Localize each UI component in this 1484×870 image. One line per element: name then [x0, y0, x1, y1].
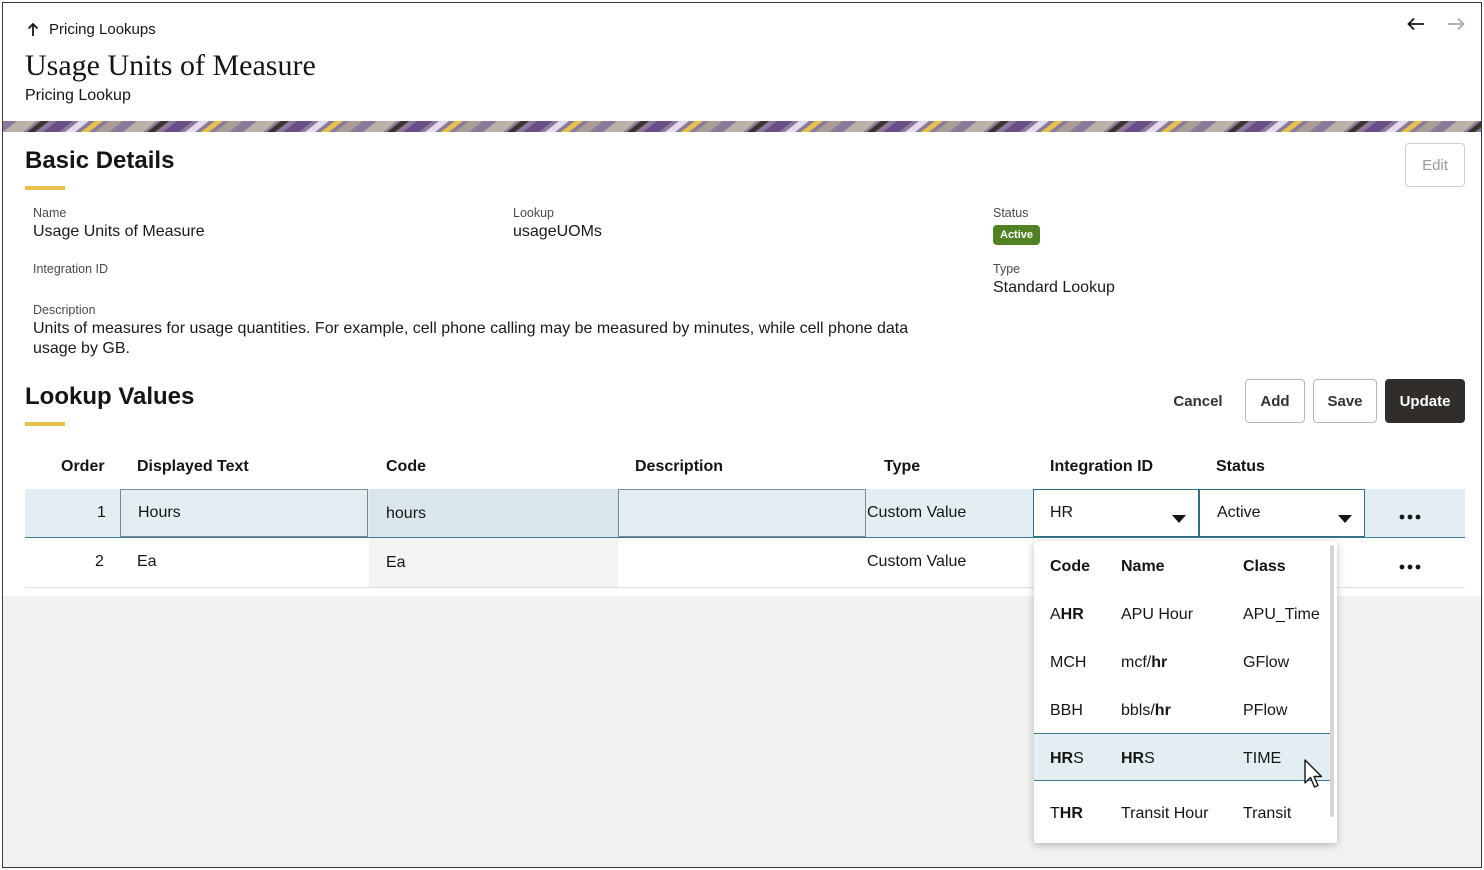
- mouse-cursor-icon: [1304, 759, 1324, 796]
- arrow-left-icon[interactable]: [1407, 17, 1425, 36]
- row-actions-icon[interactable]: [1399, 507, 1421, 525]
- page-subtitle: Pricing Lookup: [25, 87, 131, 104]
- option-class: APU_Time: [1243, 606, 1320, 623]
- option-code: BBH: [1050, 702, 1083, 719]
- page-title: Usage Units of Measure: [25, 49, 316, 82]
- description-line-2: usage by GB.: [33, 340, 130, 357]
- code-cell: hours: [369, 489, 618, 537]
- arrow-up-icon: [27, 22, 39, 37]
- type-label: Type: [993, 262, 1021, 276]
- name-label: Name: [33, 206, 67, 220]
- option-class: GFlow: [1243, 654, 1290, 671]
- column-header-displayed-text: Displayed Text: [137, 458, 249, 475]
- column-header-status: Status: [1216, 458, 1265, 475]
- name-value: Usage Units of Measure: [33, 223, 205, 240]
- column-header-order: Order: [61, 458, 105, 475]
- lookup-value: usageUOMs: [513, 223, 602, 240]
- lookup-label: Lookup: [513, 206, 555, 220]
- update-button[interactable]: Update: [1385, 379, 1465, 423]
- code-value: Ea: [386, 554, 406, 571]
- code-value: hours: [386, 505, 427, 522]
- decorative-band: [3, 121, 1481, 132]
- type-value: Standard Lookup: [993, 279, 1115, 296]
- breadcrumb[interactable]: Pricing Lookups: [27, 21, 156, 38]
- column-header-code: Code: [386, 458, 426, 475]
- integration-id-label: Integration ID: [33, 262, 109, 276]
- row-order: 2: [95, 553, 104, 570]
- dropdown-header-name: Name: [1121, 558, 1165, 575]
- column-header-type: Type: [884, 458, 921, 475]
- type-value: Custom Value: [867, 504, 967, 521]
- chevron-down-icon: [1338, 510, 1352, 528]
- page-frame: Pricing Lookups Usage Units of Measure P…: [2, 2, 1482, 868]
- arrow-right-icon[interactable]: [1447, 17, 1465, 36]
- option-code: THR: [1050, 805, 1083, 822]
- save-button[interactable]: Save: [1313, 379, 1377, 423]
- option-name: mcf/hr: [1121, 654, 1168, 671]
- description-line-1: Units of measures for usage quantities. …: [33, 320, 909, 337]
- lookup-values-title: Lookup Values: [25, 383, 195, 410]
- status-value: Active: [1217, 504, 1261, 521]
- option-name: bbls/hr: [1121, 702, 1171, 719]
- type-value: Custom Value: [867, 553, 967, 570]
- code-cell: Ea: [369, 538, 618, 587]
- edit-button[interactable]: Edit: [1405, 143, 1465, 187]
- option-name: Transit Hour: [1121, 805, 1209, 822]
- option-name: HRS: [1121, 750, 1155, 767]
- column-header-description: Description: [635, 458, 724, 475]
- status-badge: Active: [993, 225, 1041, 245]
- description-label: Description: [33, 303, 96, 317]
- option-name: APU Hour: [1121, 606, 1194, 623]
- row-actions-icon[interactable]: [1399, 557, 1421, 575]
- status-badge-text: Active: [993, 225, 1041, 245]
- breadcrumb-label: Pricing Lookups: [49, 21, 156, 38]
- dropdown-scrollbar[interactable]: [1330, 545, 1334, 817]
- dropdown-option[interactable]: AHR APU Hour APU_Time: [1034, 589, 1330, 637]
- displayed-text-value: Ea: [137, 553, 157, 570]
- option-code: HRS: [1050, 750, 1084, 767]
- chevron-down-icon: [1172, 510, 1186, 528]
- dropdown-option[interactable]: THR Transit Hour Transit: [1034, 786, 1330, 834]
- row-order: 1: [97, 504, 106, 521]
- status-select[interactable]: Active: [1199, 489, 1365, 537]
- basic-details-accent: [25, 186, 65, 190]
- option-class: TIME: [1243, 750, 1282, 767]
- basic-details-title: Basic Details: [25, 147, 175, 174]
- dropdown-option[interactable]: BBH bbls/hr PFlow: [1034, 685, 1330, 733]
- record-navigation: [1407, 17, 1465, 36]
- dropdown-header-code: Code: [1050, 558, 1090, 575]
- option-class: PFlow: [1243, 702, 1288, 719]
- dropdown-header-class: Class: [1243, 558, 1286, 575]
- lookup-values-accent: [25, 422, 65, 426]
- integration-id-value: HR: [1050, 504, 1074, 521]
- dropdown-option-hovered[interactable]: HRS HRS TIME: [1034, 733, 1330, 781]
- cancel-button[interactable]: Cancel: [1165, 379, 1231, 423]
- option-class: Transit: [1243, 805, 1292, 822]
- integration-id-select[interactable]: HR: [1033, 489, 1199, 537]
- description-input[interactable]: [618, 489, 866, 537]
- displayed-text-value: Hours: [138, 504, 181, 521]
- integration-id-dropdown[interactable]: Code Name Class AHR APU Hour APU_Time MC…: [1034, 541, 1337, 843]
- displayed-text-input[interactable]: Hours: [120, 489, 368, 537]
- status-label: Status: [993, 206, 1029, 220]
- option-code: MCH: [1050, 654, 1087, 671]
- dropdown-option[interactable]: MCH mcf/hr GFlow: [1034, 637, 1330, 685]
- option-code: AHR: [1050, 606, 1084, 623]
- add-button[interactable]: Add: [1245, 379, 1305, 423]
- column-header-integration-id: Integration ID: [1050, 458, 1154, 475]
